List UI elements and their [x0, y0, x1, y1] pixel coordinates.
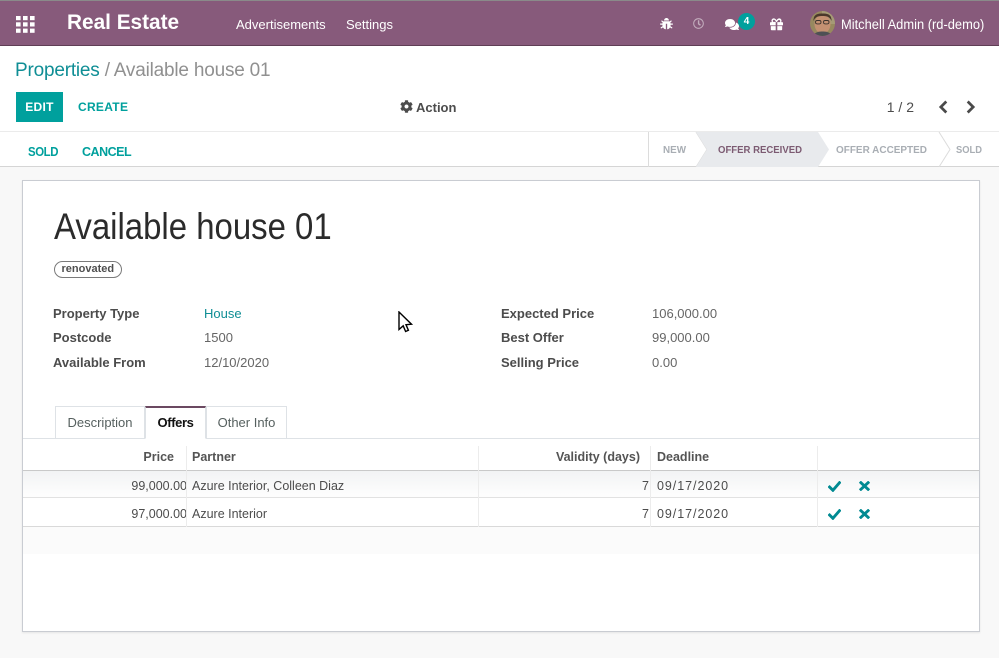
- svg-text:NEW: NEW: [663, 144, 686, 156]
- svg-text:OFFER ACCEPTED: OFFER ACCEPTED: [836, 144, 927, 156]
- svg-text:OFFER RECEIVED: OFFER RECEIVED: [718, 144, 802, 156]
- svg-text:SOLD: SOLD: [956, 144, 982, 156]
